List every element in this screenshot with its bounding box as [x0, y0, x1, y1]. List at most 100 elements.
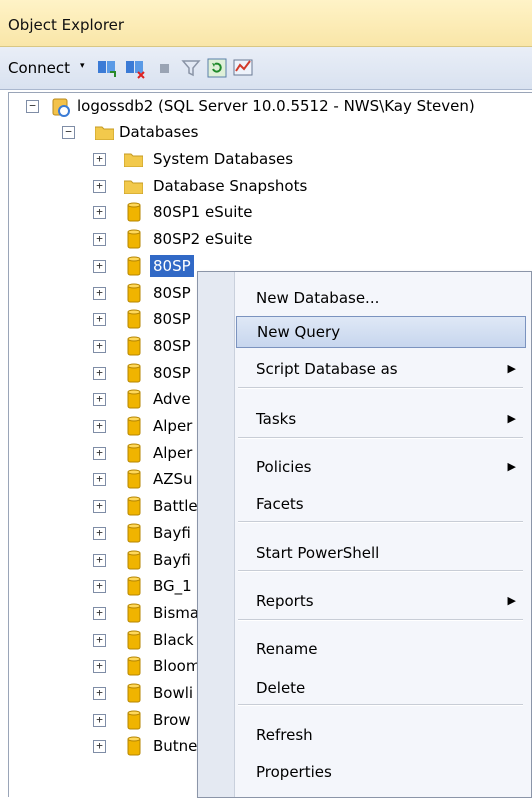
menu-item-label: Policies	[256, 458, 312, 476]
database-icon	[127, 656, 141, 676]
database-label: 80SP	[153, 283, 191, 302]
expand-icon[interactable]: +	[93, 259, 106, 273]
menu-icon-gutter	[198, 272, 235, 797]
menu-item-rename[interactable]: Rename	[236, 633, 526, 665]
expand-icon[interactable]: +	[93, 606, 106, 620]
tree-node-database[interactable]: +80SP1 eSuite	[9, 201, 532, 223]
database-icon	[127, 202, 141, 222]
database-label: Brow	[153, 710, 191, 729]
menu-item-start-powershell[interactable]: Start PowerShell	[236, 537, 526, 569]
menu-item-label: Facets	[256, 495, 304, 513]
window-title: Object Explorer	[8, 16, 125, 34]
expand-icon[interactable]: +	[93, 553, 106, 567]
database-icon	[127, 416, 141, 436]
expand-icon[interactable]: +	[93, 420, 106, 433]
menu-item-new-query[interactable]: New Query	[236, 316, 526, 348]
database-icon	[127, 630, 141, 650]
expand-icon[interactable]: +	[93, 473, 106, 487]
tree-node-database[interactable]: +80SP2 eSuite	[9, 228, 532, 250]
menu-item-reports[interactable]: Reports ▶	[236, 585, 526, 617]
refresh-icon[interactable]	[206, 57, 228, 79]
expand-icon[interactable]: +	[93, 660, 106, 674]
expand-icon[interactable]: +	[93, 713, 106, 727]
expand-icon[interactable]: +	[93, 179, 106, 193]
expand-icon[interactable]: +	[93, 366, 106, 380]
menu-item-label: Delete	[256, 679, 306, 697]
database-icon	[127, 389, 141, 409]
menu-separator	[238, 437, 523, 439]
database-label: System Databases	[153, 150, 294, 168]
database-icon	[127, 496, 141, 516]
menu-item-facets[interactable]: Facets	[236, 488, 526, 520]
expand-icon[interactable]: +	[93, 500, 106, 514]
database-label: AZSu	[153, 470, 193, 489]
database-label: Alper	[153, 443, 193, 462]
connect-dropdown-icon[interactable]: ▾	[80, 61, 85, 71]
tree-node-database[interactable]: + System Databases	[9, 148, 532, 170]
expand-icon[interactable]: +	[93, 233, 106, 247]
databases-label: Databases	[119, 123, 199, 141]
menu-item-tasks[interactable]: Tasks ▶	[236, 403, 526, 435]
menu-separator	[238, 619, 523, 621]
expand-icon[interactable]: +	[93, 580, 106, 594]
database-label: Bayfi	[153, 550, 191, 569]
expand-icon[interactable]: +	[93, 687, 106, 700]
stop-icon[interactable]	[154, 57, 176, 79]
database-icon	[127, 309, 141, 329]
object-explorer-toolbar: Connect ▾	[0, 47, 532, 90]
expand-icon[interactable]: +	[93, 393, 106, 407]
server-icon	[52, 98, 70, 117]
expand-icon[interactable]: +	[93, 313, 106, 327]
menu-item-delete[interactable]: Delete	[236, 672, 526, 704]
collapse-icon[interactable]: −	[62, 126, 75, 139]
database-label: 80SP	[153, 363, 191, 382]
submenu-arrow-icon: ▶	[507, 412, 516, 425]
database-icon	[127, 683, 141, 703]
menu-separator	[238, 521, 523, 523]
server-label: logossdb2 (SQL Server 10.0.5512 - NWS\Ka…	[77, 97, 475, 115]
filter-icon[interactable]	[180, 57, 202, 79]
database-label: Bayfi	[153, 523, 191, 542]
database-icon	[127, 469, 141, 489]
connect-server-icon[interactable]	[96, 57, 118, 79]
expand-icon[interactable]: +	[93, 153, 106, 166]
expand-icon[interactable]: +	[93, 339, 106, 353]
menu-item-label: Tasks	[256, 410, 297, 428]
database-label: Butne	[153, 737, 198, 756]
collapse-icon[interactable]: −	[26, 100, 39, 113]
database-icon	[127, 523, 141, 543]
tree-node-databases[interactable]: − Databases	[9, 121, 532, 143]
disconnect-server-icon[interactable]	[124, 57, 146, 79]
menu-separator	[238, 570, 523, 572]
database-label: 80SP	[153, 310, 191, 329]
menu-item-label: Start PowerShell	[256, 544, 380, 562]
connect-button[interactable]: Connect	[8, 59, 70, 77]
expand-icon[interactable]: +	[93, 446, 106, 460]
expand-icon[interactable]: +	[93, 206, 106, 220]
menu-item-refresh[interactable]: Refresh	[236, 719, 526, 751]
database-label: Alper	[153, 417, 193, 435]
menu-item-properties[interactable]: Properties	[236, 756, 526, 788]
menu-item-label: Refresh	[256, 726, 313, 744]
tree-node-database[interactable]: + Database Snapshots	[9, 175, 532, 197]
submenu-arrow-icon: ▶	[507, 460, 516, 473]
submenu-arrow-icon: ▶	[507, 594, 516, 607]
menu-item-policies[interactable]: Policies ▶	[236, 451, 526, 483]
folder-icon	[124, 153, 143, 167]
database-label: Black	[153, 630, 194, 649]
database-icon	[127, 336, 141, 356]
expand-icon[interactable]: +	[93, 740, 106, 754]
database-icon	[127, 443, 141, 463]
menu-separator	[238, 704, 523, 706]
menu-item-new-database[interactable]: New Database...	[236, 282, 526, 314]
database-icon	[127, 229, 141, 249]
activity-monitor-icon[interactable]	[232, 57, 254, 79]
database-icon	[127, 576, 141, 596]
menu-item-label: New Database...	[256, 289, 380, 307]
expand-icon[interactable]: +	[93, 526, 106, 540]
expand-icon[interactable]: +	[93, 633, 106, 647]
tree-node-server[interactable]: − logossdb2 (SQL Server 10.0.5512 - NWS\…	[9, 95, 532, 117]
database-label: 80SP2 eSuite	[153, 230, 253, 249]
menu-item-script-database-as[interactable]: Script Database as ▶	[236, 353, 526, 385]
expand-icon[interactable]: +	[93, 286, 106, 300]
